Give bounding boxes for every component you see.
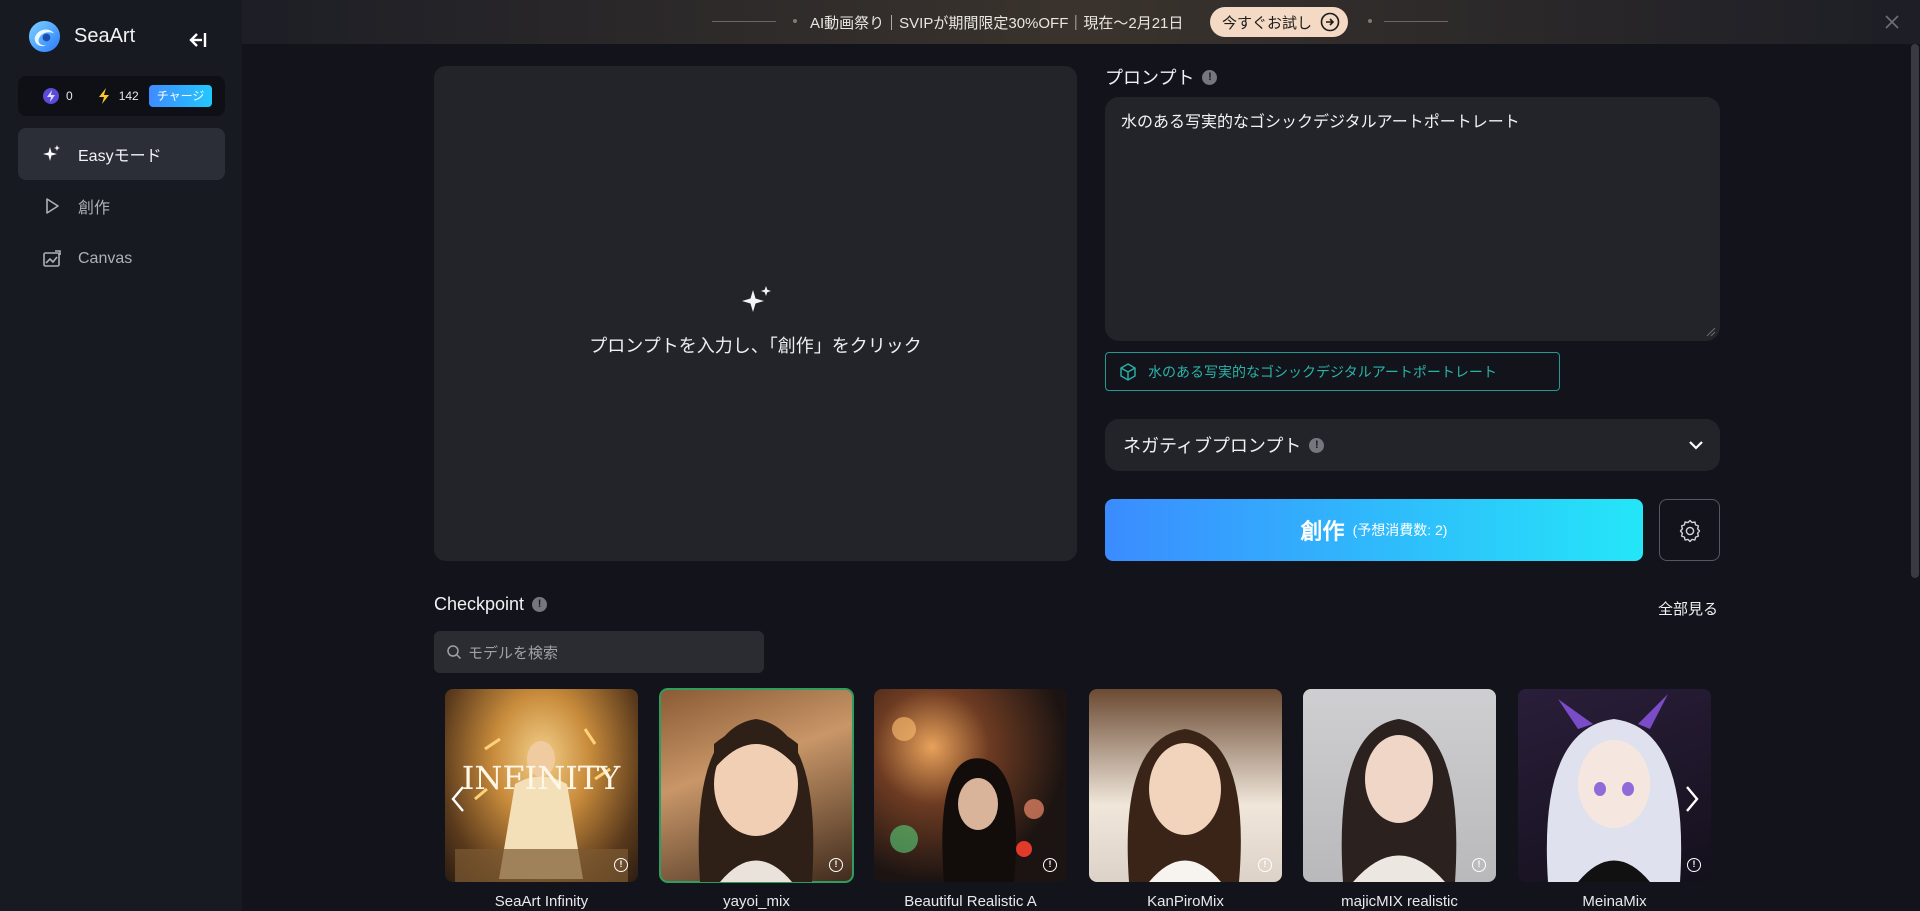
collapse-sidebar-icon[interactable] [186, 28, 210, 52]
model-card[interactable]: ! [659, 688, 854, 883]
model-overlay-text: INFINITY [462, 759, 621, 797]
chevron-down-icon [1689, 441, 1703, 450]
model-card-name: SeaArt Infinity [494, 893, 589, 910]
resize-handle-icon[interactable] [1706, 327, 1716, 337]
sidebar-item-label: 創作 [78, 200, 111, 217]
model-card-name: Beautiful Realistic A [904, 893, 1037, 910]
banner-divider [712, 21, 776, 22]
canvas-icon [43, 250, 61, 267]
info-icon[interactable]: ! [1043, 858, 1057, 872]
sidebar-item-canvas[interactable]: Canvas [18, 233, 225, 285]
negative-prompt-toggle[interactable]: ネガティブプロンプト ! [1105, 419, 1720, 471]
banner-dot [1368, 19, 1372, 23]
create-button[interactable]: 創作 (予想消費数: 2) [1105, 499, 1643, 561]
sidebar: SeaArt 0 142 チャージ Easyモード 創作 Canvas [0, 0, 242, 911]
create-cost: (予想消費数: 2) [1352, 522, 1448, 538]
info-icon[interactable]: ! [1202, 69, 1218, 85]
checkpoint-title: Checkpoint ! [434, 594, 548, 615]
stamina-icon [43, 88, 59, 104]
charge-button[interactable]: チャージ [148, 85, 213, 107]
sidebar-item-label: Canvas [78, 250, 133, 267]
arrow-right-circle-icon [1320, 12, 1340, 32]
model-search-input[interactable]: モデルを検索 [434, 631, 764, 673]
try-now-label: 今すぐお試し [1222, 14, 1313, 32]
search-placeholder: モデルを検索 [468, 644, 559, 662]
prompt-value: 水のある写実的なゴシックデジタルアートポートレート [1121, 114, 1520, 131]
model-card-name: majicMIX realistic [1341, 893, 1458, 910]
negative-prompt-label: ネガティブプロンプト [1123, 436, 1302, 456]
sidebar-item-easy-mode[interactable]: Easyモード [18, 128, 225, 180]
info-icon[interactable]: ! [1309, 437, 1325, 453]
banner-text: AI動画祭り｜SVIPが期間限定30%OFF｜現在～2月21日 [810, 15, 1184, 32]
energy-bolt-icon [98, 88, 109, 104]
model-card[interactable]: ! [874, 689, 1067, 882]
carousel-prev-icon[interactable] [446, 781, 470, 817]
search-icon [447, 645, 462, 660]
energy-count: 142 [118, 89, 139, 103]
suggestion-text: 水のある写実的なゴシックデジタルアートポートレート [1148, 363, 1497, 380]
promo-banner: AI動画祭り｜SVIPが期間限定30%OFF｜現在～2月21日 今すぐお試し [242, 0, 1920, 44]
banner-divider [1384, 21, 1448, 22]
info-icon[interactable]: ! [1258, 858, 1272, 872]
model-thumbnail [1127, 729, 1241, 882]
info-icon[interactable]: ! [829, 858, 843, 872]
see-all-link[interactable]: 全部見る [1658, 598, 1718, 619]
brand-name: SeaArt [74, 25, 136, 47]
create-label: 創作 [1300, 519, 1345, 544]
model-card[interactable]: ! [1303, 689, 1496, 882]
banner-dot [793, 19, 797, 23]
sparkle-icon [43, 145, 60, 161]
model-card[interactable]: ! [1089, 689, 1282, 882]
carousel-next-icon[interactable] [1680, 781, 1704, 817]
model-card-name: yayoi_mix [723, 893, 790, 910]
scrollbar[interactable] [1911, 44, 1919, 578]
sparkle-icon [742, 286, 771, 312]
info-icon[interactable]: ! [532, 597, 548, 612]
settings-button[interactable] [1659, 499, 1720, 561]
model-thumbnail [890, 717, 1044, 882]
credit-balance: 0 142 チャージ [18, 76, 225, 116]
info-icon[interactable]: ! [614, 858, 628, 872]
try-now-button[interactable]: 今すぐお試し [1210, 7, 1349, 37]
cube-icon [1120, 362, 1136, 381]
info-icon[interactable]: ! [1472, 858, 1486, 872]
preview-hint: プロンプトを入力し、「創作」をクリック [589, 336, 922, 356]
prompt-input[interactable]: 水のある写実的なゴシックデジタルアートポートレート [1105, 97, 1720, 341]
checkpoint-title-text: Checkpoint [434, 594, 525, 614]
stamina-count: 0 [66, 89, 73, 103]
sidebar-item-create[interactable]: 創作 [18, 180, 225, 232]
model-thumbnail [698, 719, 814, 882]
sidebar-item-label: Easyモード [78, 148, 162, 165]
close-icon[interactable] [1882, 12, 1902, 32]
prompt-label: プロンプト ! [1105, 64, 1218, 90]
play-icon [46, 198, 59, 214]
model-card-name: KanPiroMix [1147, 893, 1224, 910]
model-thumbnail: INFINITY [455, 728, 628, 882]
image-preview-panel: プロンプトを入力し、「創作」をクリック [434, 66, 1077, 561]
brand[interactable]: SeaArt [28, 20, 135, 53]
info-icon[interactable]: ! [1687, 858, 1701, 872]
model-card-name: MeinaMix [1582, 893, 1647, 910]
model-card[interactable]: INFINITY ! [445, 689, 638, 882]
gear-icon [1679, 519, 1701, 543]
seaart-logo-icon [28, 20, 61, 53]
prompt-label-text: プロンプト [1105, 68, 1195, 88]
model-thumbnail [1341, 719, 1457, 882]
prompt-suggestion-chip[interactable]: 水のある写実的なゴシックデジタルアートポートレート [1105, 352, 1560, 391]
